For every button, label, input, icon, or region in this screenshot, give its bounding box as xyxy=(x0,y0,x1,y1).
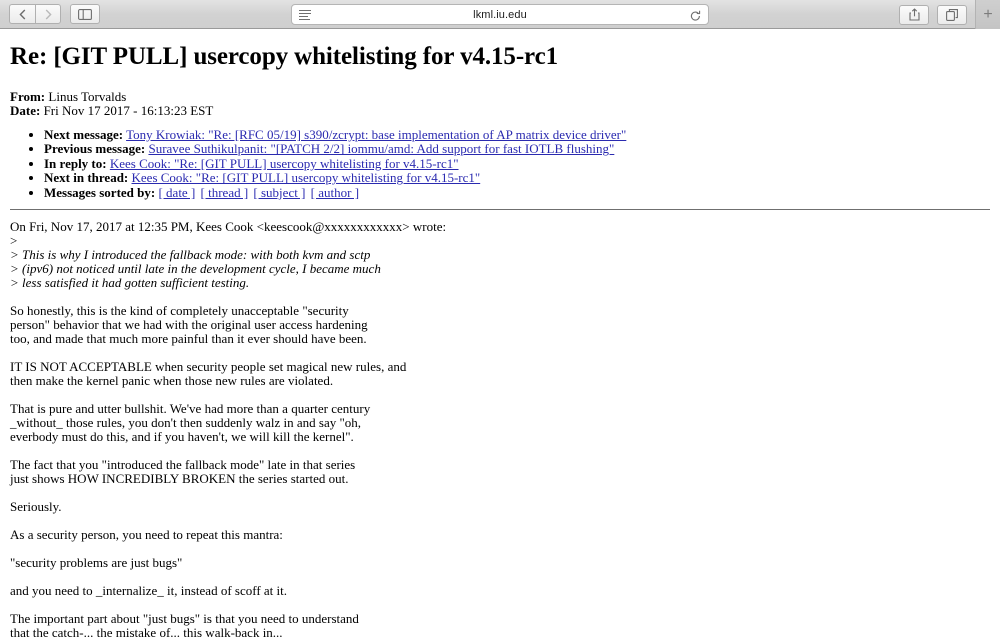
page-content: Re: [GIT PULL] usercopy whitelisting for… xyxy=(0,43,1000,640)
quoted-text: > This is why I introduced the fallback … xyxy=(10,246,381,290)
nav-item-previous-message: Previous message: Suravee Suthikulpanit:… xyxy=(44,142,990,156)
message-meta: From: Linus Torvalds Date: Fri Nov 17 20… xyxy=(10,88,990,118)
reader-view-icon[interactable] xyxy=(299,10,311,20)
nav-link-previous-message[interactable]: Suravee Suthikulpanit: "[PATCH 2/2] iomm… xyxy=(148,141,614,156)
meta-date-row: Date: Fri Nov 17 2017 - 16:13:23 EST xyxy=(10,102,990,118)
message-paragraph: The fact that you "introduced the fallba… xyxy=(10,456,356,486)
meta-from-value: Linus Torvalds xyxy=(48,88,127,104)
address-bar[interactable]: lkml.iu.edu xyxy=(291,4,709,25)
message-paragraph: Seriously. xyxy=(10,498,62,514)
content-separator xyxy=(10,208,990,210)
sort-link-subject[interactable]: [ subject ] xyxy=(253,185,305,200)
meta-date-value: Fri Nov 17 2017 - 16:13:23 EST xyxy=(43,102,214,118)
message-paragraph: "security problems are just bugs" xyxy=(10,554,183,570)
sort-link-author[interactable]: [ author ] xyxy=(311,185,359,200)
meta-date-label: Date: xyxy=(10,102,41,118)
message-paragraph: That is pure and utter bullshit. We've h… xyxy=(10,400,371,444)
message-navigation-list: Next message: Tony Krowiak: "Re: [RFC 05… xyxy=(10,126,990,200)
message-paragraph: The important part about "just bugs" is … xyxy=(10,610,359,640)
nav-label-previous-message: Previous message: xyxy=(44,141,146,157)
tab-overview-button[interactable] xyxy=(937,4,967,25)
nav-item-next-in-thread: Next in thread: Kees Cook: "Re: [GIT PUL… xyxy=(44,171,990,185)
forward-button[interactable] xyxy=(35,4,61,24)
nav-item-in-reply-to: In reply to: Kees Cook: "Re: [GIT PULL] … xyxy=(44,155,990,171)
toolbar-right-group: + xyxy=(899,0,1000,29)
message-paragraph: IT IS NOT ACCEPTABLE when security peopl… xyxy=(10,358,407,388)
nav-link-in-reply-to[interactable]: Kees Cook: "Re: [GIT PULL] usercopy whit… xyxy=(110,156,459,171)
navigation-button-group xyxy=(9,4,61,24)
sort-link-thread[interactable]: [ thread ] xyxy=(201,185,249,200)
page-title: Re: [GIT PULL] usercopy whitelisting for… xyxy=(10,43,558,70)
sorted-by-label: Messages sorted by: xyxy=(44,184,156,200)
nav-item-next-message: Next message: Tony Krowiak: "Re: [RFC 05… xyxy=(44,126,990,142)
new-tab-button[interactable]: + xyxy=(975,0,1000,29)
quote-blank-line: > xyxy=(10,232,18,248)
url-text: lkml.iu.edu xyxy=(473,8,527,21)
nav-link-next-message[interactable]: Tony Krowiak: "Re: [RFC 05/19] s390/zcry… xyxy=(126,127,626,142)
back-button[interactable] xyxy=(9,4,35,24)
nav-label-next-message: Next message: xyxy=(44,126,124,142)
browser-toolbar: lkml.iu.edu + xyxy=(0,0,1000,29)
nav-link-next-in-thread[interactable]: Kees Cook: "Re: [GIT PULL] usercopy whit… xyxy=(132,170,481,185)
nav-item-sorted-by: Messages sorted by: [ date ] [ thread ] … xyxy=(44,184,990,200)
address-bar-container: lkml.iu.edu xyxy=(291,4,709,25)
nav-label-in-reply-to: In reply to: xyxy=(44,155,107,171)
message-body: On Fri, Nov 17, 2017 at 12:35 PM, Kees C… xyxy=(10,218,990,640)
nav-label-next-in-thread: Next in thread: xyxy=(44,170,129,186)
toolbar-left-group xyxy=(0,4,100,24)
meta-from-row: From: Linus Torvalds xyxy=(10,88,990,104)
sidebar-toggle-button[interactable] xyxy=(70,4,100,24)
share-button[interactable] xyxy=(899,4,929,25)
message-attribution: On Fri, Nov 17, 2017 at 12:35 PM, Kees C… xyxy=(10,218,447,234)
sort-link-date[interactable]: [ date ] xyxy=(158,185,195,200)
message-paragraph: and you need to _internalize_ it, instea… xyxy=(10,582,288,598)
meta-from-label: From: xyxy=(10,88,46,104)
message-paragraph: As a security person, you need to repeat… xyxy=(10,526,283,542)
reload-icon[interactable] xyxy=(690,9,701,27)
message-paragraph: So honestly, this is the kind of complet… xyxy=(10,302,368,346)
